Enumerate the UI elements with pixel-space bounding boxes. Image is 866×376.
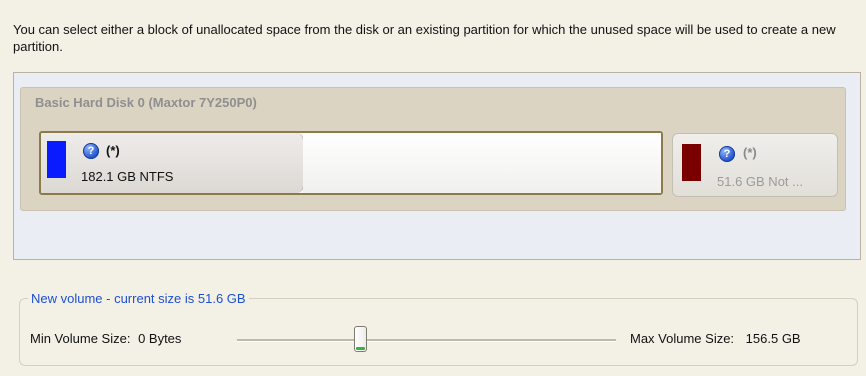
partition-mark: (*)	[743, 145, 757, 160]
min-volume-label: Min Volume Size:	[30, 331, 131, 346]
max-volume-value: 156.5 GB	[745, 331, 801, 346]
partition-used-space	[41, 133, 304, 193]
instructions-text: You can select either a block of unalloc…	[13, 22, 836, 54]
new-volume-legend: New volume - current size is 51.6 GB	[28, 291, 249, 306]
partition-free-space	[303, 133, 661, 193]
max-volume-label: Max Volume Size:	[630, 331, 735, 346]
partition-color-chip	[682, 144, 701, 181]
help-question-icon[interactable]: ?	[83, 143, 99, 159]
partition-size-label: 51.6 GB Not ...	[717, 174, 803, 189]
help-question-icon[interactable]: ?	[719, 146, 735, 162]
min-volume-value: 0 Bytes	[138, 331, 182, 346]
partition-other[interactable]: ? (*) 51.6 GB Not ...	[672, 133, 838, 197]
partition-mark: (*)	[106, 143, 120, 158]
partition-color-chip	[47, 141, 66, 178]
partition-size-label: 182.1 GB NTFS	[81, 169, 174, 184]
disk-header: Basic Hard Disk 0 (Maxtor 7Y250P0)	[35, 95, 257, 110]
min-volume-size: Min Volume Size: 0 Bytes	[30, 331, 181, 346]
partition-ntfs[interactable]: ? (*) 182.1 GB NTFS	[39, 131, 663, 195]
volume-size-slider-track[interactable]	[237, 339, 616, 342]
max-volume-size: Max Volume Size: 156.5 GB	[630, 331, 801, 346]
volume-size-slider-thumb[interactable]	[354, 326, 367, 352]
